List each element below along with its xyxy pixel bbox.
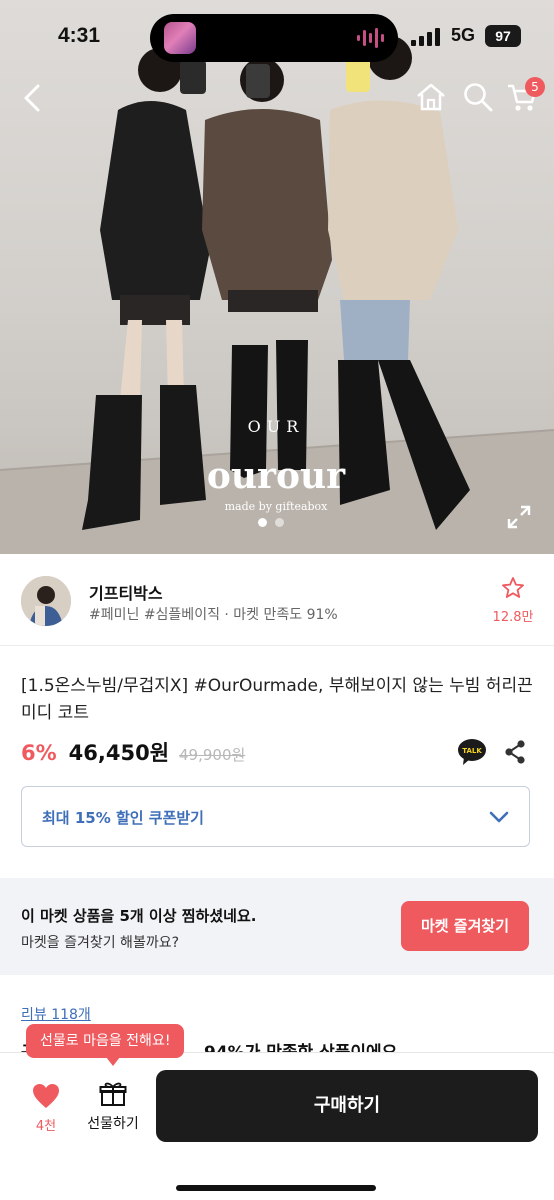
cart-button[interactable]: 5 (505, 77, 545, 116)
product-page: ourour OUR made by gifteabox 4:31 5G 97 … (0, 0, 554, 1200)
share-icon[interactable] (503, 739, 527, 765)
seller-tags: #페미닌 #심플베이직 · 마켓 만족도 91% (89, 607, 338, 623)
market-favorite-button[interactable]: 마켓 즐겨찾기 (401, 901, 529, 951)
fullscreen-expand-icon[interactable] (505, 503, 533, 531)
discount-rate: 6% (21, 741, 57, 765)
svg-text:TALK: TALK (462, 747, 482, 755)
sale-price: 46,450원 (68, 741, 170, 765)
gift-tooltip-tail (106, 1057, 120, 1066)
chevron-down-icon (489, 811, 509, 823)
seller-avatar-image (21, 576, 71, 626)
like-button[interactable]: 4천 (24, 1083, 68, 1134)
carousel-indicator (258, 518, 284, 527)
seller-avatar[interactable] (21, 576, 71, 626)
network-type: 5G (451, 25, 476, 45)
coupon-download-button[interactable]: 최대 15% 할인 쿠폰받기 (21, 786, 530, 847)
brand-watermark: ourour (207, 455, 346, 497)
search-icon[interactable] (461, 80, 495, 114)
home-icon[interactable] (414, 80, 448, 114)
product-image-carousel[interactable]: ourour OUR made by gifteabox 4:31 5G 97 … (0, 0, 554, 554)
like-count: 4천 (35, 1119, 57, 1134)
gift-button[interactable]: 선물하기 (80, 1081, 146, 1133)
banner-subtitle: 마켓을 즐겨찾기 해볼까요? (21, 935, 180, 951)
market-favorite-banner: 이 마켓 상품을 5개 이상 찜하셨네요. 마켓을 즐겨찾기 해볼까요? 마켓 … (0, 878, 554, 975)
carousel-dot-active (258, 518, 267, 527)
price-row: 6% 46,450원 49,900원 (21, 737, 245, 767)
product-title: [1.5온스누빔/무겁지X] #OurOurmade, 부해보이지 않는 누빔 … (21, 676, 533, 723)
battery-icon: 97 (485, 25, 521, 47)
gift-icon (99, 1082, 127, 1106)
home-indicator (176, 1185, 376, 1191)
original-price: 49,900원 (179, 746, 246, 764)
gift-label: 선물하기 (87, 1116, 139, 1132)
favorite-count: 12.8만 (492, 610, 534, 625)
seller-info[interactable]: 기프티박스 #페미닌 #심플베이직 · 마켓 만족도 91% 12.8만 (0, 554, 554, 646)
audio-waveform-icon (357, 28, 384, 48)
dynamic-island (150, 14, 398, 62)
star-icon (502, 577, 524, 598)
heart-icon (33, 1084, 59, 1108)
now-playing-artwork (164, 22, 196, 54)
banner-title: 이 마켓 상품을 5개 이상 찜하셨네요. (21, 907, 257, 925)
cart-count-badge: 5 (525, 77, 545, 97)
brand-sub-text: made by gifteabox (225, 500, 329, 513)
cellular-signal-icon (411, 28, 440, 46)
buy-button[interactable]: 구매하기 (156, 1070, 538, 1142)
chevron-left-icon (24, 84, 40, 112)
coupon-label: 최대 15% 할인 쿠폰받기 (42, 809, 204, 827)
favorite-market-button[interactable]: 12.8만 (490, 576, 536, 625)
carousel-dot (275, 518, 284, 527)
brand-arc-text: OUR (248, 417, 305, 436)
gift-tooltip: 선물로 마음을 전해요! (26, 1024, 185, 1058)
bottom-action-bar: 4천 선물하기 구매하기 (0, 1052, 554, 1200)
kakao-talk-icon[interactable]: TALK (457, 738, 487, 766)
back-button[interactable] (14, 80, 50, 116)
review-count-link[interactable]: 리뷰 118개 (21, 1004, 91, 1024)
status-time: 4:31 (58, 24, 101, 47)
status-bar: 4:31 5G 97 (0, 0, 554, 76)
seller-name[interactable]: 기프티박스 (89, 580, 163, 604)
